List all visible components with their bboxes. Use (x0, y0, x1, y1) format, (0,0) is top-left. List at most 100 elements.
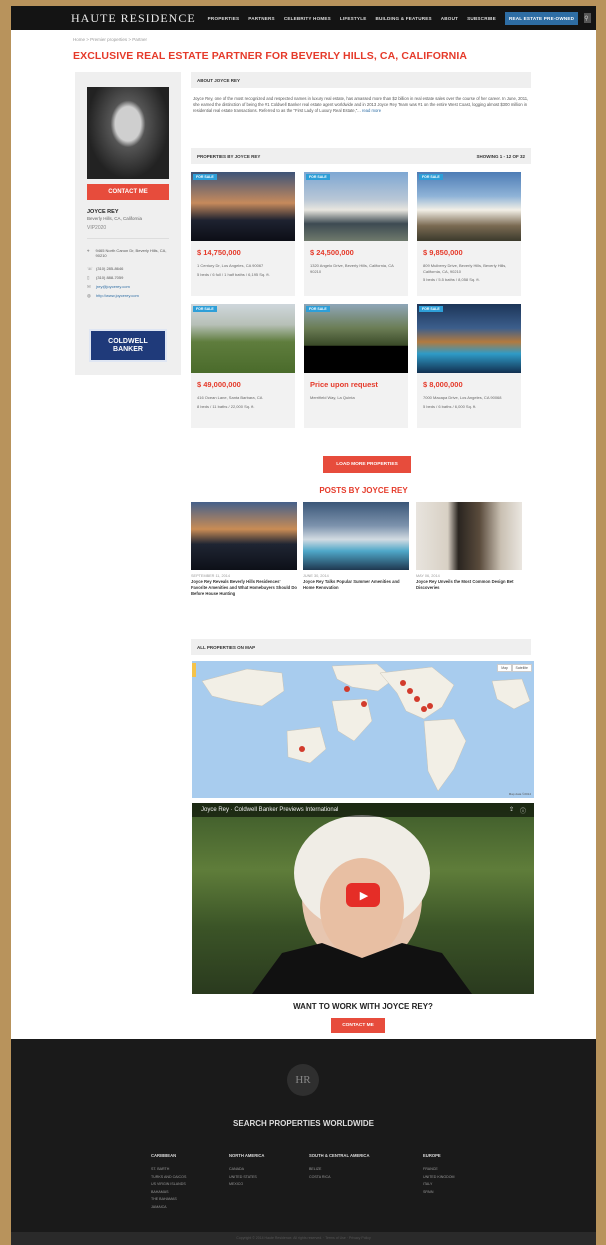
for-sale-badge: FOR SALE (419, 174, 443, 180)
nav-item-celebrity-homes[interactable]: CELEBRITY HOMES (284, 16, 331, 21)
post-title[interactable]: Joyce Rey Talks Popular Summer Amenities… (303, 579, 409, 591)
work-contact-button[interactable]: CONTACT ME (331, 1018, 385, 1033)
for-sale-badge: FOR SALE (306, 306, 330, 312)
play-button[interactable]: ▶ (346, 883, 380, 907)
search-icon[interactable]: ⚲ (584, 15, 588, 22)
property-price: $ 49,000,000 (197, 380, 241, 389)
post-title[interactable]: Joyce Rey Reveals Beverly Hills Residenc… (191, 579, 297, 597)
agent-website[interactable]: ◍ http://www.joycerey.com (87, 293, 169, 299)
coldwell-banker-logo[interactable]: COLDWELL BANKER (89, 329, 167, 362)
agent-vip-label: VIP2020 (87, 225, 107, 231)
footer-link[interactable]: ST. BARTH (151, 1166, 221, 1174)
brand-line-1: COLDWELL (108, 338, 148, 346)
post-title[interactable]: Joyce Rey Unveils the Most Common Design… (416, 579, 522, 591)
property-card[interactable]: FOR SALE $ 24,500,000 1320 Angelo Drive,… (304, 172, 408, 296)
footer-link[interactable]: JAMAICA (151, 1204, 221, 1212)
nav-item-lifestyle[interactable]: LIFESTYLE (340, 16, 367, 21)
footer-column-heading: NORTH AMERICA (229, 1153, 265, 1158)
agent-sidebar: CONTACT ME JOYCE REY Beverly Hills, CA, … (75, 72, 181, 375)
property-card[interactable]: FOR SALE Price upon request Merrifield W… (304, 304, 408, 428)
footer-logo[interactable]: HR (287, 1064, 319, 1096)
property-photo[interactable]: FOR SALE (191, 304, 295, 373)
property-price: $ 9,850,000 (423, 248, 463, 257)
load-more-properties-button[interactable]: LOAD MORE PROPERTIES (323, 456, 411, 473)
footer-link[interactable]: COSTA RICA (309, 1174, 409, 1182)
for-sale-badge: FOR SALE (193, 174, 217, 180)
contact-me-button[interactable]: CONTACT ME (87, 184, 169, 200)
breadcrumb[interactable]: Home > Premier properties > Partner (73, 37, 147, 42)
agent-phone-text: (310) 285-8646 (96, 266, 124, 271)
site-logo[interactable]: HAUTE RESIDENCE (71, 11, 196, 26)
property-photo[interactable]: FOR SALE (417, 304, 521, 373)
share-icon[interactable]: ⇪ (509, 806, 514, 815)
posts-title: POSTS BY JOYCE REY (319, 486, 408, 495)
property-photo[interactable]: FOR SALE (191, 172, 295, 241)
footer-link[interactable]: SPAIN (423, 1189, 493, 1197)
property-meta: 5 beds / 5.5 baths / 8,058 Sq. ft. (423, 277, 480, 283)
properties-map[interactable]: Map Satellite Map data ©2014 (192, 661, 534, 798)
mobile-icon: ▯ (87, 275, 90, 280)
video-title[interactable]: Joyce Rey · Coldwell Banker Previews Int… (201, 807, 338, 813)
agent-name: JOYCE REY (87, 209, 119, 215)
post-image[interactable] (303, 502, 409, 570)
post-item[interactable]: SEPTEMBER 11, 2014 Joyce Rey Reveals Bev… (191, 502, 297, 597)
brand-line-2: BANKER (113, 345, 143, 353)
post-image[interactable] (416, 502, 522, 570)
post-image[interactable] (191, 502, 297, 570)
post-item[interactable]: MAY 06, 2014 Joyce Rey Unveils the Most … (416, 502, 522, 591)
sidebar-divider (87, 238, 169, 239)
nav-item-preowned[interactable]: REAL ESTATE PRE-OWNED (504, 11, 579, 25)
nav-item-subscribe[interactable]: SUBSCRIBE (467, 16, 496, 21)
footer-column-europe: EUROPE FRANCE UNITED KINGDOM ITALY SPAIN (423, 1153, 493, 1196)
info-icon[interactable]: ⓘ (520, 806, 526, 815)
for-sale-badge: FOR SALE (419, 306, 443, 312)
property-card[interactable]: FOR SALE $ 9,850,000 809 Mulberry Drive,… (417, 172, 521, 296)
property-price: $ 24,500,000 (310, 248, 354, 257)
property-photo[interactable]: FOR SALE (304, 172, 408, 241)
nav-item-partners[interactable]: PARTNERS (248, 16, 275, 21)
agent-address-text: 9465 North Canon Dr, Beverly Hills, CA, … (95, 248, 167, 259)
footer-copyright: Copyright © 2014 Haute Residence. All ri… (11, 1232, 596, 1245)
play-icon: ▶ (359, 889, 369, 902)
for-sale-badge: FOR SALE (306, 174, 330, 180)
property-card[interactable]: FOR SALE $ 14,750,000 1 Century Dr, Los … (191, 172, 295, 296)
property-photo[interactable]: FOR SALE (304, 304, 408, 373)
property-card[interactable]: FOR SALE $ 8,000,000 7000 Macapa Drive, … (417, 304, 521, 428)
nav-search-box[interactable]: ⚲ (584, 13, 591, 23)
agent-mobile-text: (310) 888-7059 (96, 275, 124, 280)
post-item[interactable]: JUNE 30, 2014 Joyce Rey Talks Popular Su… (303, 502, 409, 591)
post-date: MAY 06, 2014 (416, 574, 440, 578)
footer-column-heading: CARIBBEAN (151, 1153, 177, 1158)
read-more-link[interactable]: read more (362, 108, 381, 113)
property-meta: 8 beds / 11 baths / 22,000 Sq. ft. (197, 403, 255, 409)
nav-item-properties[interactable]: PROPERTIES (208, 16, 240, 21)
post-date: SEPTEMBER 11, 2014 (191, 574, 230, 578)
footer-link[interactable]: CANADA (229, 1166, 299, 1174)
footer-link[interactable]: TURKS AND CAICOS (151, 1174, 221, 1182)
property-price: $ 8,000,000 (423, 380, 463, 389)
video-actions: ⇪ ⓘ (509, 806, 526, 815)
nav-item-about[interactable]: ABOUT (441, 16, 458, 21)
agent-website-text[interactable]: http://www.joycerey.com (96, 293, 139, 299)
footer-link[interactable]: US VIRGIN ISLANDS (151, 1181, 221, 1189)
footer-link[interactable]: BAHAMAS (151, 1189, 221, 1197)
satellite-type-button[interactable]: Satellite (511, 664, 532, 672)
video-player[interactable]: Joyce Rey · Coldwell Banker Previews Int… (192, 803, 534, 994)
footer-link[interactable]: UNITED STATES (229, 1174, 299, 1182)
footer-link[interactable]: ITALY (423, 1181, 493, 1189)
property-photo[interactable]: FOR SALE (417, 172, 521, 241)
map-canvas[interactable] (192, 661, 534, 798)
property-meta: 5 beds / 6 baths / 6,000 Sq. ft. (423, 403, 477, 409)
footer-link[interactable]: MEXICO (229, 1181, 299, 1189)
agent-email-text[interactable]: jrey@joycerey.com (96, 284, 130, 290)
agent-email[interactable]: ✉ jrey@joycerey.com (87, 284, 169, 290)
property-address: 7000 Macapa Drive, Los Angeles, CA 90068 (423, 395, 502, 400)
footer-link[interactable]: BELIZE (309, 1166, 409, 1174)
property-card[interactable]: FOR SALE $ 49,000,000 416 Ocean Lane, Sa… (191, 304, 295, 428)
nav-item-building[interactable]: BUILDING & FEATURES (375, 16, 431, 21)
footer-link[interactable]: THE BAHAMAS (151, 1196, 221, 1204)
footer-link[interactable]: FRANCE (423, 1166, 493, 1174)
map-type-button[interactable]: Map (497, 664, 512, 672)
property-address: 1320 Angelo Drive, Beverly Hills, Califo… (310, 263, 394, 274)
footer-link[interactable]: UNITED KINGDOM (423, 1174, 493, 1182)
